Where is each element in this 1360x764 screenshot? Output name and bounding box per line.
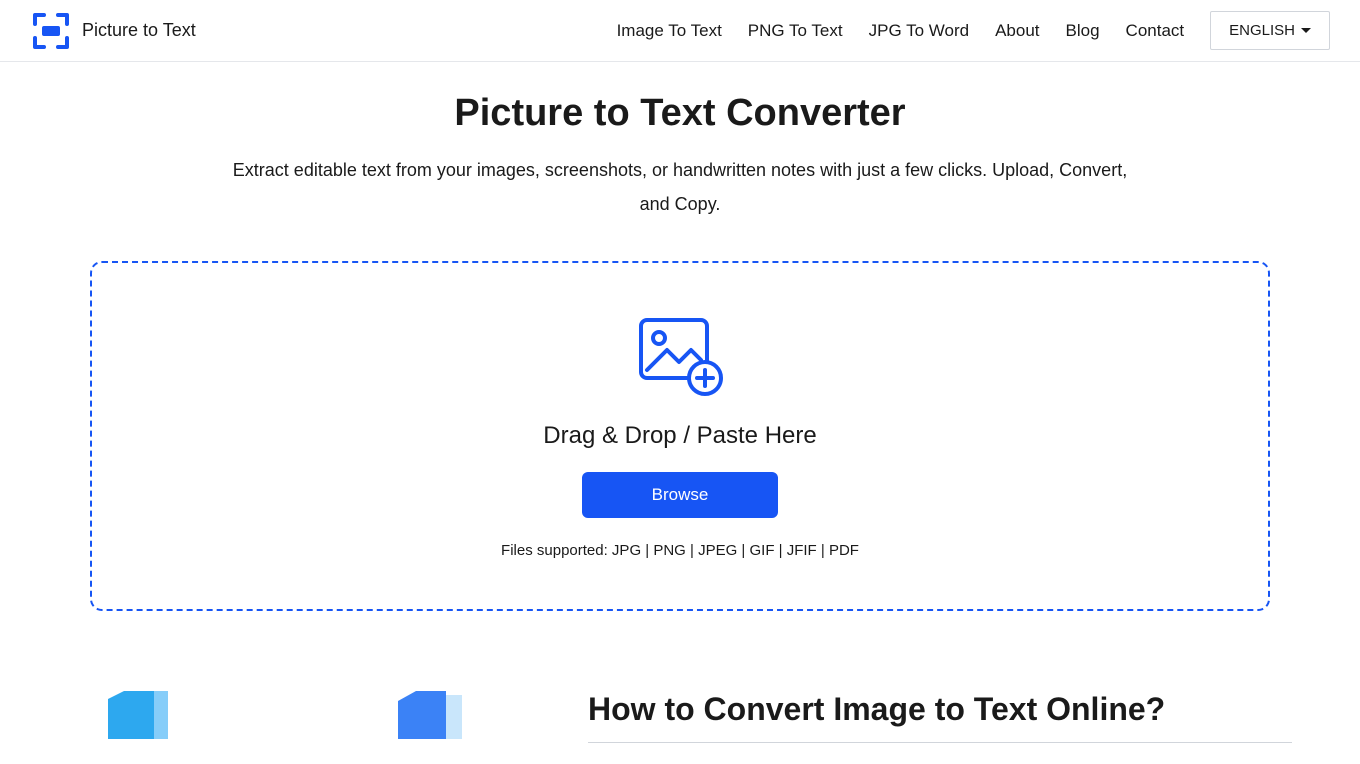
how-to-heading: How to Convert Image to Text Online?: [588, 691, 1292, 728]
upload-image-icon: [635, 314, 725, 398]
supported-formats-label: Files supported: JPG | PNG | JPEG | GIF …: [501, 542, 859, 559]
how-to-text: How to Convert Image to Text Online?: [588, 691, 1292, 763]
nav-image-to-text[interactable]: Image To Text: [617, 21, 722, 41]
page-title: Picture to Text Converter: [0, 92, 1360, 135]
document-icon: [398, 691, 528, 739]
chevron-down-icon: [1301, 28, 1311, 33]
nav-png-to-text[interactable]: PNG To Text: [748, 21, 843, 41]
brand-name: Picture to Text: [82, 20, 196, 41]
page-subtitle: Extract editable text from your images, …: [220, 153, 1140, 221]
main-content: Picture to Text Converter Extract editab…: [0, 62, 1360, 763]
brand-logo-icon: [30, 10, 72, 52]
nav-contact[interactable]: Contact: [1126, 21, 1185, 41]
how-to-section: How to Convert Image to Text Online?: [0, 611, 1360, 763]
language-selector[interactable]: ENGLISH: [1210, 11, 1330, 50]
nav-jpg-to-word[interactable]: JPG To Word: [869, 21, 969, 41]
nav-about[interactable]: About: [995, 21, 1039, 41]
brand-logo-area[interactable]: Picture to Text: [30, 10, 196, 52]
main-header: Picture to Text Image To Text PNG To Tex…: [0, 0, 1360, 62]
file-dropzone[interactable]: Drag & Drop / Paste Here Browse Files su…: [90, 261, 1270, 611]
language-label: ENGLISH: [1229, 22, 1295, 39]
nav-blog[interactable]: Blog: [1066, 21, 1100, 41]
browse-button[interactable]: Browse: [582, 472, 779, 518]
document-icon: [108, 691, 238, 739]
divider: [588, 742, 1292, 743]
how-to-illustration: [68, 691, 528, 739]
main-nav: Image To Text PNG To Text JPG To Word Ab…: [617, 11, 1330, 50]
dropzone-instruction: Drag & Drop / Paste Here: [543, 422, 816, 450]
